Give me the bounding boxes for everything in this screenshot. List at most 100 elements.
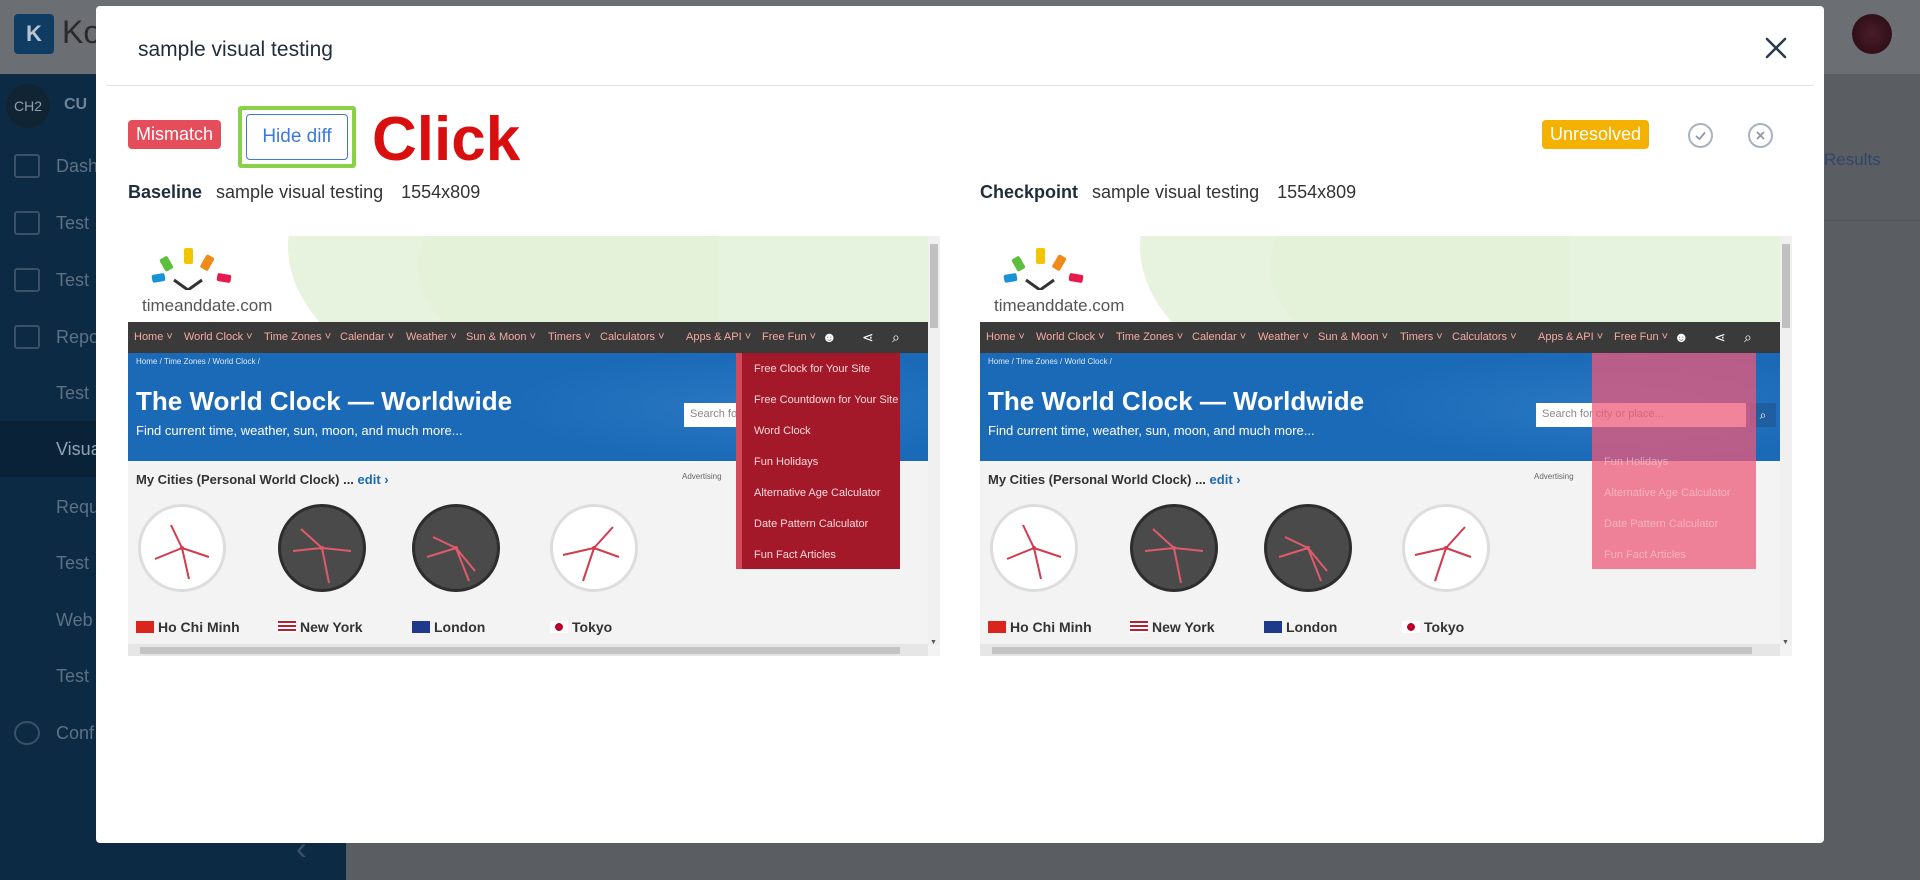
vertical-scrollbar[interactable]: ▼ bbox=[928, 236, 940, 646]
clock-ho-chi-minh bbox=[990, 504, 1078, 592]
dropdown-item[interactable]: Fun Holidays bbox=[754, 456, 818, 468]
clock-tokyo bbox=[550, 504, 638, 592]
share-icon[interactable]: ⋖ bbox=[862, 329, 874, 346]
sidebar-item-label: Dash bbox=[56, 156, 99, 176]
annotation-highlight-box: Hide diff bbox=[238, 106, 356, 168]
site-nav-weather[interactable]: Weather ˅ bbox=[406, 331, 457, 343]
hide-diff-button[interactable]: Hide diff bbox=[246, 114, 348, 160]
dropdown-item: Alternative Age Calculator bbox=[1604, 487, 1731, 499]
city-label[interactable]: Tokyo bbox=[550, 619, 612, 635]
site-nav-time-zones[interactable]: Time Zones ˅ bbox=[1116, 331, 1183, 343]
results-tab[interactable]: Results bbox=[1824, 150, 1881, 170]
site-nav-calendar[interactable]: Calendar ˅ bbox=[1192, 331, 1246, 343]
site-header: timeanddate.com bbox=[980, 236, 1780, 322]
site-nav-sun-moon[interactable]: Sun & Moon ˅ bbox=[1318, 331, 1388, 343]
search-icon[interactable]: ⌕ bbox=[892, 329, 900, 346]
edit-link[interactable]: edit › bbox=[358, 472, 389, 487]
cities-heading: My Cities (Personal World Clock) ... edi… bbox=[136, 472, 389, 487]
sidebar-item-label: Repo bbox=[56, 327, 100, 347]
cities-heading: My Cities (Personal World Clock) ... edi… bbox=[988, 472, 1241, 487]
dropdown-item[interactable]: Word Clock bbox=[754, 425, 811, 437]
search-icon[interactable]: ⌕ bbox=[1744, 329, 1752, 346]
clock-tokyo bbox=[1402, 504, 1490, 592]
site-nav-sun-moon[interactable]: Sun & Moon ˅ bbox=[466, 331, 536, 343]
city-label[interactable]: London bbox=[412, 619, 485, 635]
clock-new-york bbox=[278, 504, 366, 592]
share-icon[interactable]: ⋖ bbox=[1714, 329, 1726, 346]
avatar[interactable]: CH2 bbox=[6, 84, 50, 128]
free-fun-dropdown: Free Clock for Your Site Free Countdown … bbox=[736, 353, 900, 569]
clock-london bbox=[1264, 504, 1352, 592]
approve-button[interactable] bbox=[1688, 123, 1713, 148]
site-nav-free-fun[interactable]: Free Fun ˅ bbox=[762, 331, 816, 343]
site-nav-apps-api[interactable]: Apps & API ˅ bbox=[1538, 331, 1603, 343]
site-nav-free-fun[interactable]: Free Fun ˅ bbox=[1614, 331, 1668, 343]
site-nav-home[interactable]: Home ˅ bbox=[134, 331, 173, 343]
site-nav-home[interactable]: Home ˅ bbox=[986, 331, 1025, 343]
sidebar-item-label: Requ bbox=[56, 497, 100, 517]
dropdown-item[interactable]: Date Pattern Calculator bbox=[754, 518, 868, 530]
dropdown-item[interactable]: Alternative Age Calculator bbox=[754, 487, 881, 499]
vertical-scrollbar[interactable]: ▼ bbox=[1780, 236, 1792, 646]
city-label[interactable]: Ho Chi Minh bbox=[988, 619, 1092, 635]
site-nav-calculators[interactable]: Calculators ˅ bbox=[1452, 331, 1517, 343]
site-nav-apps-api[interactable]: Apps & API ˅ bbox=[686, 331, 751, 343]
user-menu-icon[interactable] bbox=[1852, 14, 1892, 54]
sidebar-item-label: Conf bbox=[56, 723, 95, 743]
calendar-icon bbox=[14, 211, 40, 235]
japan-flag-icon bbox=[1402, 621, 1420, 633]
click-annotation: Click bbox=[372, 105, 521, 174]
site-nav-calculators[interactable]: Calculators ˅ bbox=[600, 331, 665, 343]
site-nav-timers[interactable]: Timers ˅ bbox=[548, 331, 591, 343]
reject-button[interactable] bbox=[1748, 123, 1773, 148]
breadcrumb: Home / Time Zones / World Clock / bbox=[136, 357, 260, 366]
clock-london bbox=[412, 504, 500, 592]
uk-flag-icon bbox=[1264, 621, 1282, 633]
dropdown-item[interactable]: Free Countdown for Your Site bbox=[754, 394, 898, 406]
status-badge: Mismatch bbox=[128, 120, 222, 149]
resolution-badge: Unresolved bbox=[1542, 120, 1650, 149]
site-nav-world-clock[interactable]: World Clock ˅ bbox=[1036, 331, 1105, 343]
city-label[interactable]: New York bbox=[278, 619, 363, 635]
baseline-panel: Baseline sample visual testing 1554x809 ti… bbox=[128, 182, 940, 656]
clock-face-icon bbox=[1278, 536, 1328, 582]
clock-face-icon bbox=[562, 526, 620, 582]
chart-icon bbox=[14, 325, 40, 349]
page-subtitle: Find current time, weather, sun, moon, a… bbox=[136, 423, 463, 438]
clock-new-york bbox=[1130, 504, 1218, 592]
clock-face-icon bbox=[154, 524, 210, 580]
app-logo[interactable]: K bbox=[14, 14, 54, 54]
site-nav-calendar[interactable]: Calendar ˅ bbox=[340, 331, 394, 343]
site-nav-timers[interactable]: Timers ˅ bbox=[1400, 331, 1443, 343]
modal-header: sample visual testing bbox=[106, 6, 1814, 86]
dropdown-item[interactable]: Fun Fact Articles bbox=[754, 549, 836, 561]
site-nav-world-clock[interactable]: World Clock ˅ bbox=[184, 331, 253, 343]
horizontal-scrollbar[interactable] bbox=[128, 644, 928, 656]
dropdown-item[interactable]: Free Clock for Your Site bbox=[754, 363, 870, 375]
sidebar-item-label: Test bbox=[56, 383, 90, 403]
panel-name: sample visual testing bbox=[216, 182, 384, 202]
close-button[interactable] bbox=[1756, 28, 1796, 68]
sidebar-item-label: Test bbox=[56, 553, 90, 573]
site-nav-time-zones[interactable]: Time Zones ˅ bbox=[264, 331, 331, 343]
clock-face-icon bbox=[292, 528, 352, 584]
timeanddate-logo-icon bbox=[151, 248, 232, 290]
site-logo-text: timeanddate.com bbox=[994, 296, 1125, 315]
sidebar-item-label: Test bbox=[56, 666, 90, 686]
city-label[interactable]: Tokyo bbox=[1402, 619, 1464, 635]
baseline-screenshot[interactable]: timeanddate.com Home ˅ World Clock ˅ Tim… bbox=[128, 236, 940, 656]
horizontal-scrollbar[interactable] bbox=[980, 644, 1780, 656]
diff-highlight-region: Fun Holidays Alternative Age Calculator … bbox=[1592, 353, 1756, 569]
clock-ho-chi-minh bbox=[138, 504, 226, 592]
city-label[interactable]: London bbox=[1264, 619, 1337, 635]
city-label[interactable]: Ho Chi Minh bbox=[136, 619, 240, 635]
account-icon[interactable]: ☻ bbox=[1674, 329, 1689, 345]
page-subtitle: Find current time, weather, sun, moon, a… bbox=[988, 423, 1315, 438]
checkpoint-screenshot[interactable]: timeanddate.com Home ˅ World Clock ˅ Tim… bbox=[980, 236, 1792, 656]
settings-icon bbox=[14, 721, 40, 745]
page-title: The World Clock — Worldwide bbox=[136, 386, 513, 416]
site-nav-weather[interactable]: Weather ˅ bbox=[1258, 331, 1309, 343]
city-label[interactable]: New York bbox=[1130, 619, 1215, 635]
edit-link[interactable]: edit › bbox=[1210, 472, 1241, 487]
account-icon[interactable]: ☻ bbox=[822, 329, 837, 345]
